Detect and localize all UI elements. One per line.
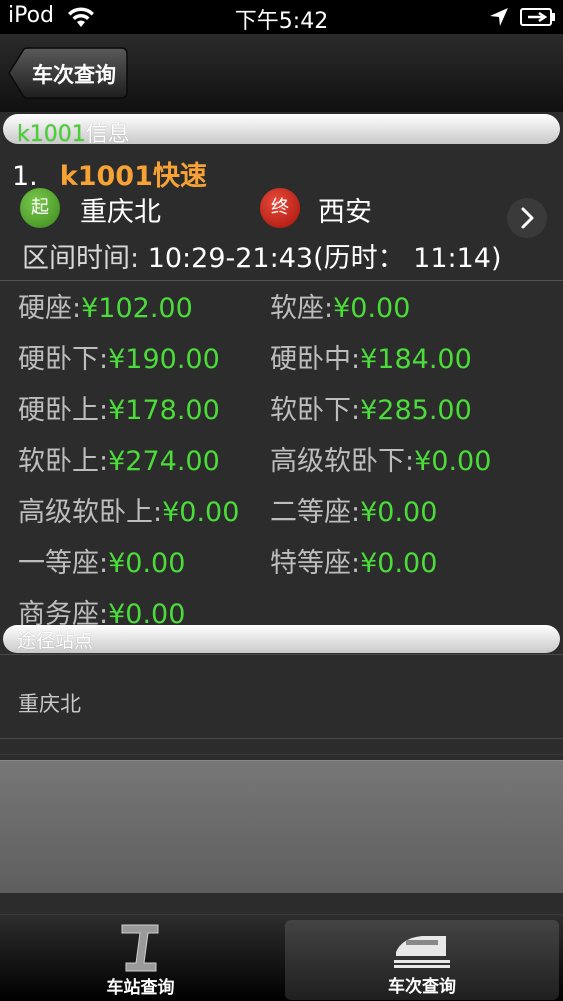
end-station: 西安 <box>318 197 372 228</box>
price-deluxe-soft-sleeper-lower: 高级软卧下:¥0.00 <box>270 439 491 478</box>
price-value: ¥285.00 <box>360 395 472 426</box>
price-value: ¥0.00 <box>333 293 411 324</box>
divider <box>0 738 563 739</box>
status-bar: iPod 下午5:42 <box>0 0 563 34</box>
info-section-title: k1001信息 <box>17 116 130 144</box>
price-value: ¥0.00 <box>108 548 186 579</box>
start-station: 重庆北 <box>80 197 161 228</box>
info-section-header: k1001信息 <box>3 114 560 144</box>
price-soft-sleeper-upper: 软卧上:¥274.00 <box>18 439 220 478</box>
price-soft-seat: 软座:¥0.00 <box>270 286 410 325</box>
price-value: ¥184.00 <box>360 344 472 375</box>
interval-label: 区间时间: <box>22 243 140 274</box>
end-badge: 终 <box>260 188 300 228</box>
status-time: 下午5:42 <box>234 9 329 34</box>
price-value: ¥0.00 <box>162 497 240 528</box>
price-value: ¥274.00 <box>108 446 220 477</box>
price-value: ¥190.00 <box>108 344 220 375</box>
price-value: ¥0.00 <box>360 497 438 528</box>
price-label: 硬座: <box>18 293 82 324</box>
price-hard-sleeper-middle: 硬卧中:¥184.00 <box>270 337 472 376</box>
info-section-code: k1001 <box>17 122 86 144</box>
price-value: ¥0.00 <box>414 446 492 477</box>
tab-label: 车次查询 <box>388 977 456 997</box>
price-label: 硬卧中: <box>270 344 361 375</box>
price-first-class: 一等座:¥0.00 <box>18 541 185 580</box>
price-label: 二等座: <box>270 497 361 528</box>
train-query-icon <box>394 936 450 968</box>
price-label: 硬卧下: <box>18 344 109 375</box>
tab-label: 车站查询 <box>106 978 175 998</box>
list-item[interactable]: 重庆北 <box>18 688 81 718</box>
price-hard-sleeper-upper: 硬卧上:¥178.00 <box>18 388 220 427</box>
chevron-right-icon[interactable] <box>507 198 547 238</box>
info-section-suffix: 信息 <box>85 122 130 144</box>
train-name: k1001快速 <box>59 161 207 192</box>
start-badge: 起 <box>20 188 60 228</box>
price-second-class: 二等座:¥0.00 <box>270 490 437 529</box>
train-index: 1. <box>12 161 38 192</box>
price-value: ¥0.00 <box>360 548 438 579</box>
price-label: 一等座: <box>18 548 109 579</box>
navigation-bar: 车次查询 <box>0 34 563 113</box>
price-hard-seat: 硬座:¥102.00 <box>18 286 193 325</box>
price-premium-class: 特等座:¥0.00 <box>270 541 437 580</box>
price-hard-sleeper-lower: 硬卧下:¥190.00 <box>18 337 220 376</box>
station-query-icon <box>121 924 158 972</box>
battery-charging-icon <box>520 8 555 26</box>
price-label: 硬卧上: <box>18 395 109 426</box>
price-value: ¥102.00 <box>81 293 193 324</box>
price-label: 软座: <box>270 293 334 324</box>
price-label: 特等座: <box>270 548 361 579</box>
interval-time: 区间时间: 10:29-21:43(历时： 11:14) <box>22 236 502 275</box>
divider <box>0 654 563 655</box>
price-label: 软卧上: <box>18 446 109 477</box>
tab-train-query[interactable]: 车次查询 <box>285 920 559 1000</box>
stations-section-title: 途径站点 <box>17 630 94 652</box>
interval-value: 10:29-21:43(历时： 11:14) <box>147 243 502 274</box>
price-label: 高级软卧上: <box>18 497 163 528</box>
price-label: 软卧下: <box>270 395 361 426</box>
divider <box>0 754 563 755</box>
price-soft-sleeper-lower: 软卧下:¥285.00 <box>270 388 472 427</box>
back-button-label: 车次查询 <box>32 63 116 87</box>
back-button[interactable]: 车次查询 <box>8 47 128 99</box>
stations-section-header: 途径站点 <box>3 625 560 653</box>
empty-area <box>0 760 563 893</box>
tab-station-query[interactable]: 车站查询 <box>0 915 281 1001</box>
chevron-right-glyph <box>521 207 534 229</box>
divider <box>0 280 563 281</box>
price-value: ¥178.00 <box>108 395 220 426</box>
price-label: 高级软卧下: <box>270 446 415 477</box>
tab-bar: 车站查询 车次查询 <box>0 914 563 1001</box>
price-deluxe-soft-sleeper-upper: 高级软卧上:¥0.00 <box>18 490 239 529</box>
location-arrow-icon <box>490 8 508 26</box>
